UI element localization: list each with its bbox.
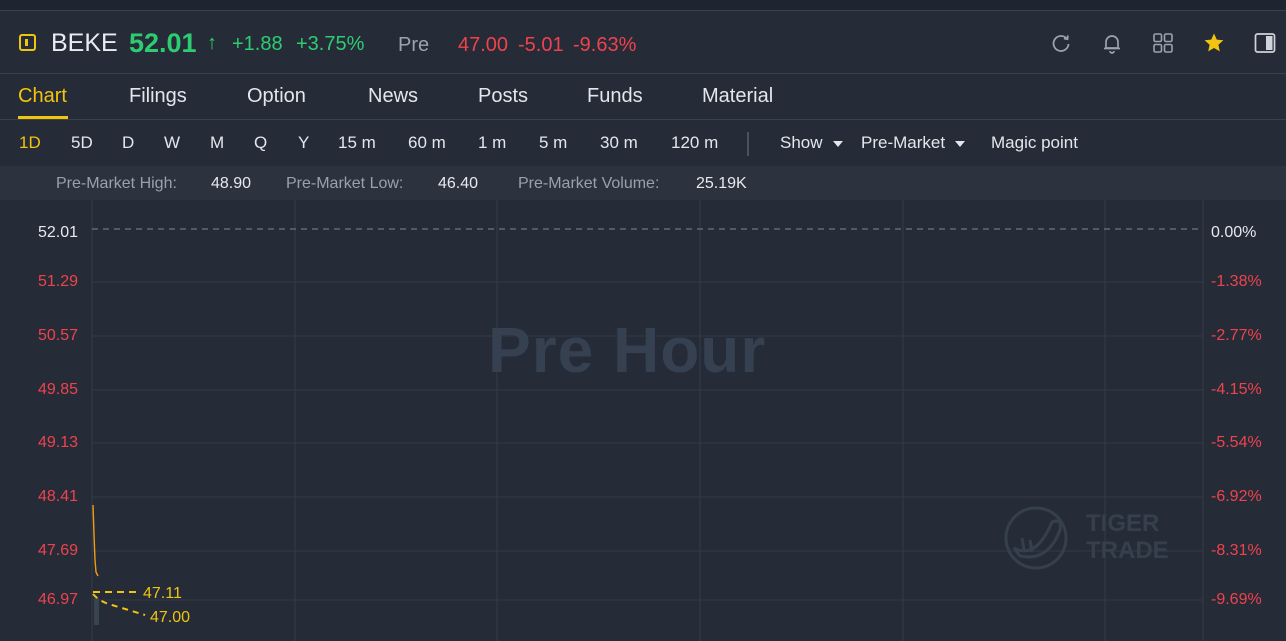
y-left-label: 48.41 <box>38 488 79 505</box>
tab-posts[interactable]: Posts <box>478 85 528 108</box>
refresh-icon[interactable] <box>1050 32 1072 54</box>
price-up-arrow-icon: ↑ <box>207 32 217 54</box>
grid-icon[interactable] <box>1152 32 1174 54</box>
period-1d[interactable]: 1D <box>19 133 41 153</box>
y-left-label: 49.85 <box>38 381 79 398</box>
y-left-label: 52.01 <box>38 224 79 241</box>
star-icon[interactable] <box>1203 32 1225 54</box>
y-right-label: -5.54% <box>1211 434 1262 451</box>
tab-funds[interactable]: Funds <box>587 85 643 108</box>
tab-news[interactable]: News <box>368 85 418 108</box>
tab-material[interactable]: Material <box>702 85 773 108</box>
y-left-label: 49.13 <box>38 434 79 451</box>
pre-market-low-value: 46.40 <box>438 175 479 192</box>
pre-market-high-label: Pre-Market High: <box>56 175 177 192</box>
pre-market-label: Pre <box>398 34 430 56</box>
active-tab-indicator <box>18 116 68 119</box>
y-left-label: 47.69 <box>38 542 79 559</box>
session-dropdown-label: Pre-Market <box>861 133 946 152</box>
pre-market-price: 47.00 <box>458 34 509 56</box>
pre-market-change: -5.01 <box>518 34 564 56</box>
tab-filings[interactable]: Filings <box>129 85 187 108</box>
show-dropdown-label: Show <box>780 133 823 152</box>
y-right-label: -6.92% <box>1211 488 1262 505</box>
price-chart[interactable]: TIGER TRADE 47.11 47.00 Pre Hour 52.01 5… <box>0 200 1286 641</box>
y-left-label: 46.97 <box>38 591 79 608</box>
period-q[interactable]: Q <box>254 133 267 153</box>
period-1m[interactable]: 1 m <box>478 133 506 153</box>
pre-market-volume-label: Pre-Market Volume: <box>518 175 660 192</box>
quote-header: BEKE 52.01 ↑ +1.88 +3.75% Pre 47.00 -5.0… <box>0 11 1286 74</box>
pre-market-change-percent: -9.63% <box>573 34 637 56</box>
session-dropdown[interactable]: Pre-Market <box>861 133 966 153</box>
period-15m[interactable]: 15 m <box>338 133 376 153</box>
period-y[interactable]: Y <box>298 133 309 153</box>
period-w[interactable]: W <box>164 133 180 153</box>
brand-line1: TIGER <box>1086 510 1159 537</box>
main-tabs: Chart Filings Option News Posts Funds Ma… <box>0 74 1286 120</box>
y-right-label: -1.38% <box>1211 273 1262 290</box>
ticker-icon[interactable] <box>19 34 36 51</box>
show-dropdown[interactable]: Show <box>780 133 843 153</box>
chart-toolbar: 1D 5D D W M Q Y 15 m 60 m 1 m 5 m 30 m 1… <box>0 120 1286 165</box>
marker-label-2: 47.00 <box>150 609 190 626</box>
pre-market-high-value: 48.90 <box>211 175 252 192</box>
vertical-gridlines <box>91 200 1204 641</box>
y-right-label: -8.31% <box>1211 542 1262 559</box>
period-60m[interactable]: 60 m <box>408 133 446 153</box>
chevron-down-icon <box>955 140 966 147</box>
chevron-down-icon <box>832 140 843 147</box>
price-change: +1.88 <box>232 33 283 55</box>
bell-icon[interactable] <box>1101 32 1123 54</box>
tab-option[interactable]: Option <box>247 85 306 108</box>
price-change-percent: +3.75% <box>296 33 365 55</box>
window-top-strip <box>0 0 1286 11</box>
y-right-label: -4.15% <box>1211 381 1262 398</box>
last-price: 52.01 <box>129 28 197 58</box>
pre-market-low-label: Pre-Market Low: <box>286 175 404 192</box>
period-5m[interactable]: 5 m <box>539 133 567 153</box>
price-line <box>92 504 99 577</box>
panel-toggle-icon[interactable] <box>1254 32 1276 54</box>
period-5d[interactable]: 5D <box>71 133 93 153</box>
period-120m[interactable]: 120 m <box>671 133 718 153</box>
ticker-symbol: BEKE <box>51 29 118 57</box>
volume-bar <box>94 598 99 625</box>
y-left-label: 51.29 <box>38 273 79 290</box>
period-30m[interactable]: 30 m <box>600 133 638 153</box>
pre-market-stats-bar: Pre-Market High: 48.90 Pre-Market Low: 4… <box>0 166 1286 200</box>
period-d[interactable]: D <box>122 133 134 153</box>
y-right-label: -9.69% <box>1211 591 1262 608</box>
tiger-trade-logo <box>1004 506 1068 570</box>
pre-hour-watermark: Pre Hour <box>488 314 767 386</box>
period-m[interactable]: M <box>210 133 224 153</box>
marker-line-2 <box>92 593 146 616</box>
y-right-label: -2.77% <box>1211 327 1262 344</box>
y-right-label: 0.00% <box>1211 224 1257 241</box>
chart-canvas: TIGER TRADE 47.11 47.00 <box>91 200 1204 641</box>
marker-label-1: 47.11 <box>143 585 182 602</box>
brand-line2: TRADE <box>1086 537 1169 564</box>
toolbar-divider <box>747 132 749 156</box>
magic-point-button[interactable]: Magic point <box>991 133 1078 153</box>
pre-market-volume-value: 25.19K <box>696 175 747 192</box>
tab-chart[interactable]: Chart <box>18 85 67 108</box>
y-left-label: 50.57 <box>38 327 79 344</box>
